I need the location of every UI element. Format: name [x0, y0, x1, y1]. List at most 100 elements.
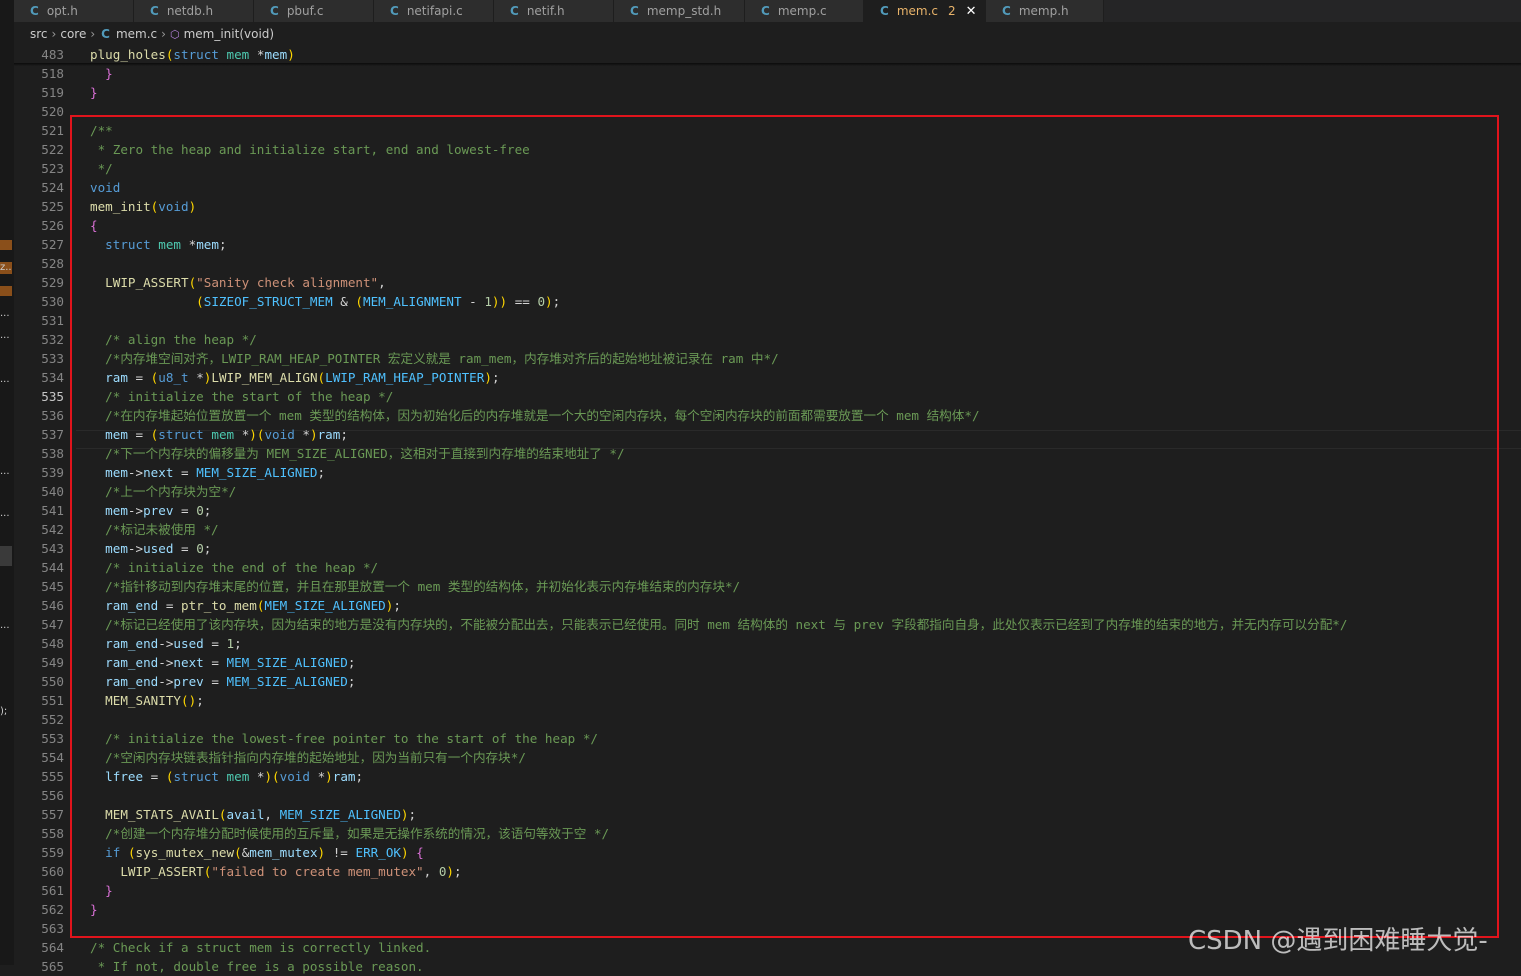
line-number: 558: [41, 826, 64, 841]
tab-label: netdb.h: [166, 4, 214, 18]
breadcrumb: src › core › C mem.c › ⬡ mem_init(void): [30, 24, 274, 44]
tab-label: mem.c: [896, 4, 938, 18]
tab-label: netifapi.c: [406, 4, 463, 18]
c-file-icon: C: [630, 4, 639, 18]
line-number: 526: [41, 218, 64, 233]
tab-label: memp.c: [777, 4, 827, 18]
chevron-right-icon: ›: [161, 27, 166, 41]
c-file-icon: C: [510, 4, 519, 18]
line-number: 564: [41, 940, 64, 955]
line-number: 538: [41, 446, 64, 461]
line-number: 556: [41, 788, 64, 803]
line-number: 548: [41, 636, 64, 651]
line-number: 557: [41, 807, 64, 822]
line-number: 536: [41, 408, 64, 423]
function-cube-icon: ⬡: [169, 27, 180, 41]
line-number: 522: [41, 142, 64, 157]
line-number: 553: [41, 731, 64, 746]
tab-label: memp.h: [1018, 4, 1069, 18]
line-number: 523: [41, 161, 64, 176]
scm-marker: [0, 240, 12, 250]
line-number: 554: [41, 750, 64, 765]
tab-memp-h[interactable]: Cmemp.h: [986, 0, 1104, 22]
chevron-right-icon: ›: [51, 27, 57, 41]
tab-opt-h[interactable]: Copt.h: [14, 0, 134, 22]
c-file-icon: C: [30, 4, 39, 18]
gutter-fragment: ...: [0, 466, 10, 477]
line-number: 551: [41, 693, 64, 708]
tab-memp-std-h[interactable]: Cmemp_std.h: [614, 0, 745, 22]
breadcrumb-item-core[interactable]: core: [60, 27, 86, 41]
code-text: }: [90, 85, 98, 100]
tab-netifapi-c[interactable]: Cnetifapi.c: [374, 0, 494, 22]
code-text: }: [105, 66, 113, 81]
line-number: 561: [41, 883, 64, 898]
line-number: 529: [41, 275, 64, 290]
scm-marker: [0, 286, 12, 296]
c-file-icon: C: [1002, 4, 1011, 18]
line-number: 520: [41, 104, 64, 119]
chevron-right-icon: ›: [90, 27, 96, 41]
close-icon[interactable]: ✕: [966, 4, 977, 19]
line-number: 563: [41, 921, 64, 936]
tab-pbuf-c[interactable]: Cpbuf.c: [254, 0, 374, 22]
line-number: 527: [41, 237, 64, 252]
gutter-fragment: z..: [0, 262, 12, 273]
line-number: 547: [41, 617, 64, 632]
tab-label: netif.h: [526, 4, 565, 18]
line-number: 525: [41, 199, 64, 214]
line-number: 518: [41, 66, 64, 81]
gutter-fragment: ...: [0, 330, 10, 341]
breadcrumb-item-src[interactable]: src: [30, 27, 48, 41]
code-line[interactable]: 518 }: [14, 64, 1521, 83]
gutter-fragment: ...: [0, 620, 10, 631]
annotation-box: [70, 115, 1499, 938]
gutter-fragment: ...: [0, 374, 10, 385]
c-file-icon: C: [101, 27, 110, 41]
line-number: 562: [41, 902, 64, 917]
breadcrumb-item-symbol[interactable]: mem_init(void): [184, 27, 275, 41]
c-file-icon: C: [390, 4, 399, 18]
activity-strip: z.. ... ... ... ... ... ... );: [0, 0, 14, 965]
line-number: 543: [41, 541, 64, 556]
tab-label: memp_std.h: [646, 4, 722, 18]
c-file-icon: C: [270, 4, 279, 18]
problem-count-badge: 2: [948, 4, 956, 18]
line-number: 483: [41, 47, 64, 62]
line-number: 560: [41, 864, 64, 879]
c-file-icon: C: [150, 4, 159, 18]
line-number: 552: [41, 712, 64, 727]
c-file-icon: C: [880, 4, 889, 18]
line-number: 530: [41, 294, 64, 309]
code-line[interactable]: 565 * If not, double free is a possible …: [14, 957, 1521, 976]
line-number: 542: [41, 522, 64, 537]
gutter-fragment: ...: [0, 308, 10, 319]
code-text: plug_holes(struct mem *mem): [90, 47, 295, 62]
line-number: 528: [41, 256, 64, 271]
line-number: 545: [41, 579, 64, 594]
code-line[interactable]: 483 plug_holes(struct mem *mem): [14, 45, 1521, 64]
gutter-fragment: ...: [0, 508, 10, 519]
breadcrumb-item-file[interactable]: mem.c: [116, 27, 157, 41]
tab-mem-c[interactable]: Cmem.c 2 ✕: [864, 0, 986, 22]
tab-memp-c[interactable]: Cmemp.c: [745, 0, 864, 22]
line-number: 533: [41, 351, 64, 366]
tab-netdb-h[interactable]: Cnetdb.h: [134, 0, 254, 22]
line-number: 537: [41, 427, 64, 442]
editor-tab-bar: Copt.h Cnetdb.h Cpbuf.c Cnetifapi.c Cnet…: [14, 0, 1521, 22]
line-number: 559: [41, 845, 64, 860]
line-number: 549: [41, 655, 64, 670]
code-line[interactable]: 519}: [14, 83, 1521, 102]
c-file-icon: C: [761, 4, 770, 18]
line-number: 565: [41, 959, 64, 974]
line-number: 555: [41, 769, 64, 784]
tab-label: opt.h: [46, 4, 78, 18]
line-number: 521: [41, 123, 64, 138]
line-number: 535: [41, 389, 64, 404]
line-number: 539: [41, 465, 64, 480]
line-number: 544: [41, 560, 64, 575]
code-text: /* Check if a struct mem is correctly li…: [90, 940, 432, 955]
line-number: 540: [41, 484, 64, 499]
line-number: 524: [41, 180, 64, 195]
tab-netif-h[interactable]: Cnetif.h: [494, 0, 614, 22]
